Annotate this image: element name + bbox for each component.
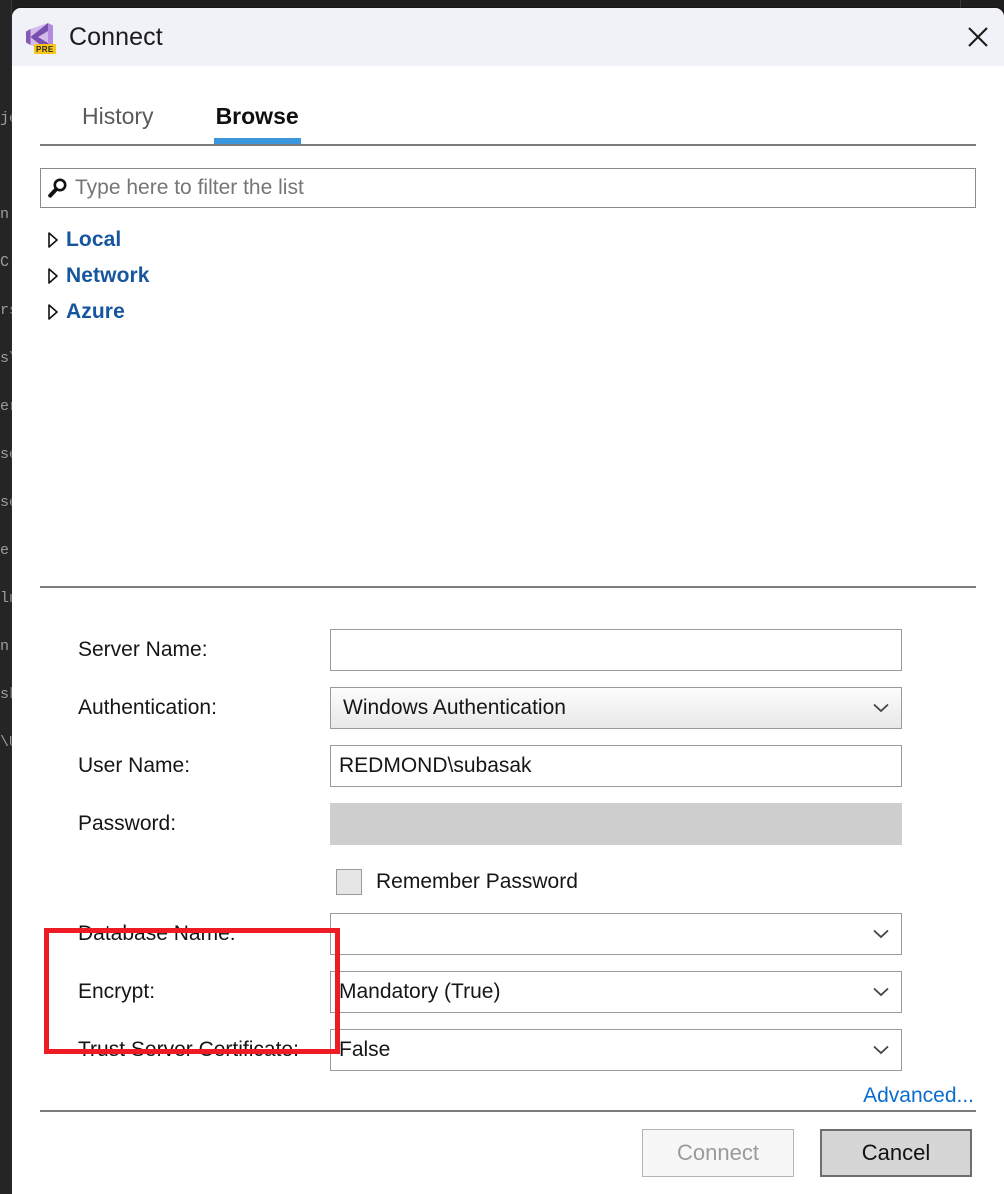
connect-button[interactable]: Connect <box>642 1129 794 1177</box>
database-name-dropdown[interactable] <box>330 913 902 955</box>
form-row-encrypt: Encrypt: Mandatory (True) <box>40 968 976 1016</box>
bg-frag: je <box>0 110 19 127</box>
screen: je n C: rs s\ er se se e ln n sk \U 59 4… <box>0 0 1004 1194</box>
form-row-password: Password: <box>40 800 976 848</box>
filter-search-box[interactable] <box>40 168 976 208</box>
bg-frag: er <box>0 398 19 415</box>
dialog-body: History Browse Type here to filter the l… <box>12 66 1004 1194</box>
bg-frag: n <box>0 638 10 655</box>
dialog-title: Connect <box>69 22 163 51</box>
user-name-label: User Name: <box>78 754 191 777</box>
chevron-down-icon <box>873 987 889 997</box>
bg-frag: ln <box>0 590 19 607</box>
dialog-footer: Connect Cancel <box>40 1110 976 1194</box>
password-label: Password: <box>78 812 177 835</box>
chevron-right-icon[interactable] <box>40 304 66 320</box>
advanced-row: Advanced... <box>40 1084 976 1108</box>
tree-item-local[interactable]: Local <box>40 222 976 258</box>
tab-browse[interactable]: Browse <box>213 103 301 144</box>
chevron-right-icon[interactable] <box>40 268 66 284</box>
server-tree: Local Network Azure <box>40 222 976 330</box>
form-row-authentication: Authentication: Windows Authentication <box>40 684 976 732</box>
bg-frag: se <box>0 446 19 463</box>
chevron-down-icon <box>873 703 889 713</box>
encrypt-value: Mandatory (True) <box>339 980 501 1003</box>
trust-server-certificate-label: Trust Server Certificate: <box>78 1038 299 1061</box>
authentication-label: Authentication: <box>78 696 217 719</box>
server-name-label: Server Name: <box>78 638 208 661</box>
bg-frag: rs <box>0 302 19 319</box>
search-icon <box>41 177 75 199</box>
remember-password-checkbox[interactable] <box>336 869 362 895</box>
remember-password-row: Remember Password <box>40 858 976 906</box>
cancel-button[interactable]: Cancel <box>820 1129 972 1177</box>
bg-frag <box>0 143 12 191</box>
bg-frag: sk <box>0 686 19 703</box>
tab-bar-divider <box>40 144 976 146</box>
tree-item-network[interactable]: Network <box>40 258 976 294</box>
preview-badge: PRE <box>34 44 56 54</box>
chevron-right-icon[interactable] <box>40 232 66 248</box>
connection-form: Server Name: Authentication: Windows Aut… <box>40 626 976 1108</box>
tree-item-label: Azure <box>66 300 125 323</box>
bg-frag: e <box>0 542 10 559</box>
bg-frag: se <box>0 494 19 511</box>
chevron-down-icon <box>873 929 889 939</box>
server-name-input[interactable] <box>330 629 902 671</box>
user-name-input[interactable]: REDMOND\subasak <box>330 745 902 787</box>
form-row-database-name: Database Name: <box>40 910 976 958</box>
tree-item-azure[interactable]: Azure <box>40 294 976 330</box>
encrypt-label: Encrypt: <box>78 980 156 1003</box>
trust-server-certificate-value: False <box>339 1038 391 1061</box>
bg-frag: s\ <box>0 350 19 367</box>
dialog-titlebar: PRE Connect <box>12 8 1004 66</box>
bg-frag: n <box>0 206 10 223</box>
connect-dialog: PRE Connect History Browse Type here to … <box>12 8 1004 1194</box>
bg-frag: \U <box>0 734 19 751</box>
tree-item-label: Network <box>66 264 150 287</box>
form-row-trust-server-certificate: Trust Server Certificate: False <box>40 1026 976 1074</box>
trust-server-certificate-dropdown[interactable]: False <box>330 1029 902 1071</box>
password-input <box>330 803 902 845</box>
authentication-dropdown[interactable]: Windows Authentication <box>330 687 902 729</box>
background-left-text: je n C: rs s\ er se se e ln n sk \U <box>0 95 19 767</box>
bg-frag: C: <box>0 254 19 271</box>
search-input[interactable] <box>75 176 975 200</box>
encrypt-dropdown[interactable]: Mandatory (True) <box>330 971 902 1013</box>
tab-history[interactable]: History <box>80 103 156 144</box>
footer-buttons: Connect Cancel <box>40 1112 976 1194</box>
tree-item-label: Local <box>66 228 122 251</box>
advanced-link[interactable]: Advanced... <box>863 1084 974 1108</box>
tab-bar: History Browse <box>40 66 976 144</box>
section-divider <box>40 586 976 588</box>
close-icon[interactable] <box>952 8 1004 66</box>
visual-studio-preview-logo-icon: PRE <box>24 21 56 54</box>
database-name-label: Database Name: <box>78 922 236 945</box>
form-row-server-name: Server Name: <box>40 626 976 674</box>
remember-password-label: Remember Password <box>376 870 578 893</box>
authentication-value: Windows Authentication <box>343 696 566 719</box>
chevron-down-icon <box>873 1045 889 1055</box>
form-row-user-name: User Name: REDMOND\subasak <box>40 742 976 790</box>
